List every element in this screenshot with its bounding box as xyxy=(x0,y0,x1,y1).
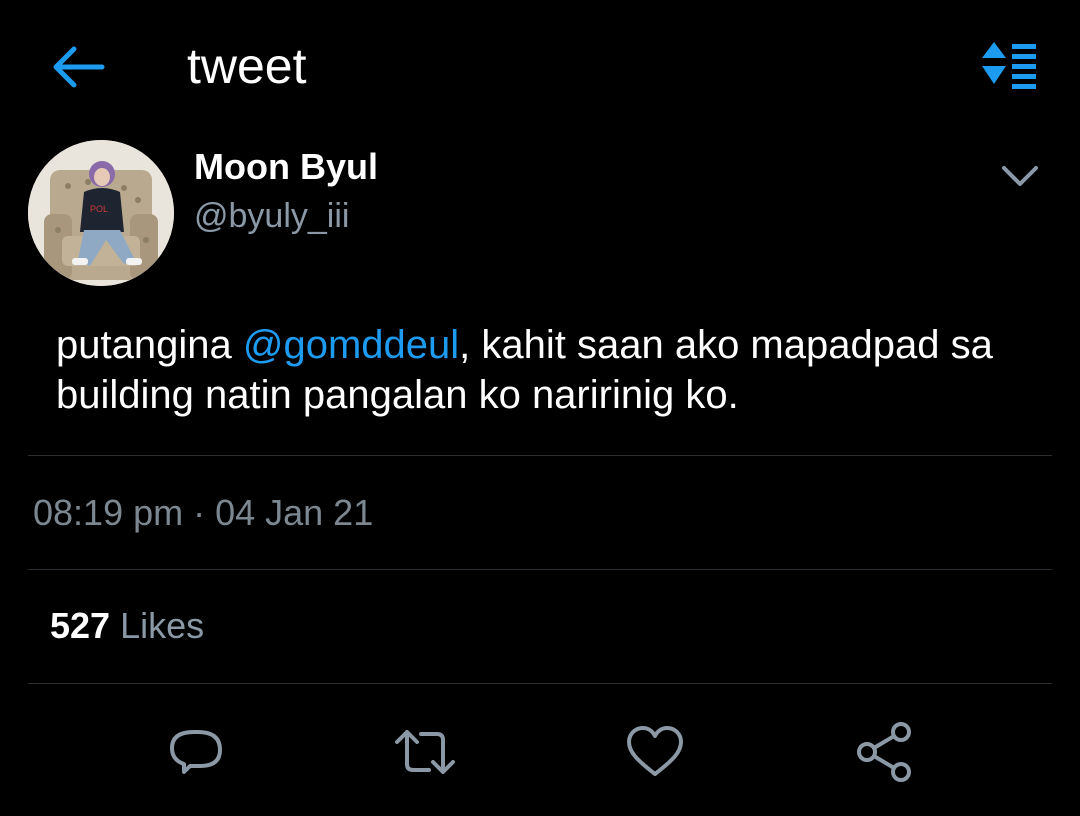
top-app-bar: tweet xyxy=(0,0,1080,132)
share-icon xyxy=(857,722,911,782)
share-button[interactable] xyxy=(853,720,917,784)
likes-count: 527 xyxy=(50,605,111,646)
reply-icon xyxy=(170,730,222,774)
tweet-text: putangina @gomddeul, kahit saan ako mapa… xyxy=(56,320,1056,420)
reply-button[interactable] xyxy=(164,720,228,784)
likes-summary[interactable]: 527 Likes xyxy=(50,604,204,648)
author-handle[interactable]: @byuly_iii xyxy=(194,195,349,237)
divider xyxy=(28,455,1052,456)
author-display-name[interactable]: Moon Byul xyxy=(194,146,378,188)
divider xyxy=(28,569,1052,570)
likes-label: Likes xyxy=(110,605,205,646)
avatar[interactable]: POL xyxy=(28,140,174,286)
avatar-photo: POL xyxy=(28,140,174,286)
back-button[interactable] xyxy=(44,40,110,94)
tweet-text-before-mention: putangina xyxy=(56,323,243,367)
page-title: tweet xyxy=(187,38,307,94)
divider xyxy=(28,683,1052,684)
mention-link[interactable]: @gomddeul xyxy=(243,323,459,367)
retweet-icon xyxy=(395,730,455,774)
retweet-button[interactable] xyxy=(393,720,457,784)
tweet-options-button[interactable] xyxy=(996,156,1044,196)
arrow-left-icon xyxy=(53,46,105,88)
svg-text:POL: POL xyxy=(90,204,108,214)
chevron-down-icon xyxy=(1002,166,1038,186)
sort-list-icon xyxy=(982,42,1036,89)
tweet-timestamp: 08:19 pm · 04 Jan 21 xyxy=(33,492,374,533)
sort-button[interactable] xyxy=(970,38,1044,94)
like-button[interactable] xyxy=(623,720,687,784)
like-heart-icon xyxy=(627,726,683,776)
